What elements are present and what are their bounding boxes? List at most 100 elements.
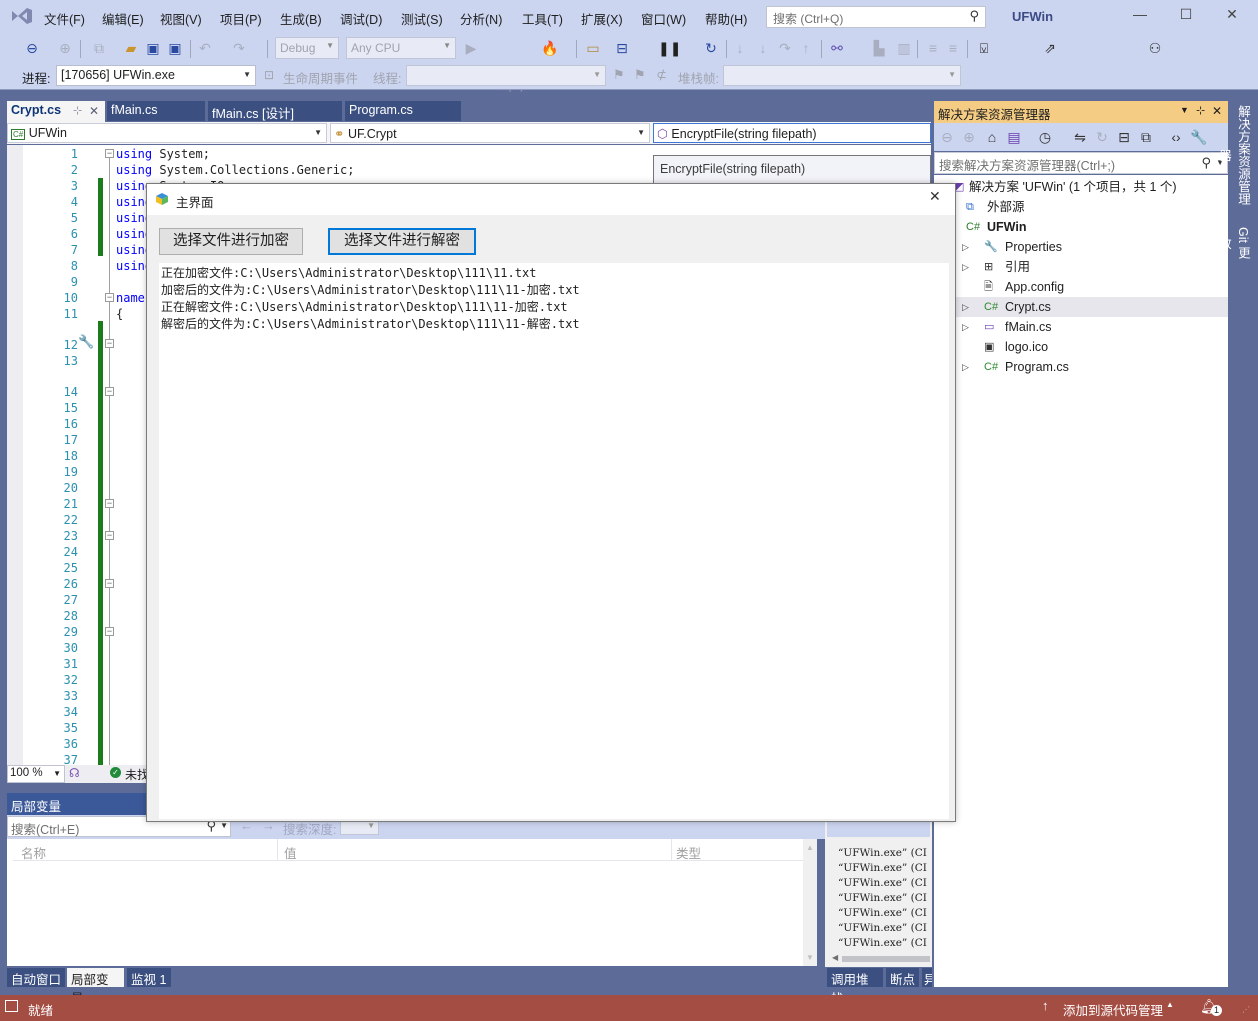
refresh-icon[interactable]: ↻ (1094, 127, 1110, 147)
thread-select[interactable]: ▼ (406, 65, 606, 86)
tree-item[interactable]: ▣ logo.ico (934, 337, 1228, 357)
tree-item[interactable]: ▷ ▭ fMain.cs (934, 317, 1228, 337)
collapse-icon[interactable]: − (105, 531, 114, 540)
encrypt-file-button[interactable]: 选择文件进行加密 (159, 228, 303, 255)
expand-arrow-icon[interactable]: ▷ (962, 297, 969, 317)
collapse-all-icon[interactable]: ⊟ (1116, 127, 1132, 147)
menu-test[interactable]: 测试(S) (401, 9, 443, 28)
home-icon[interactable]: ⌂ (984, 127, 1000, 147)
pause-icon[interactable]: ❚❚ (658, 38, 681, 58)
flag-thread-icon[interactable]: ⚑ (613, 67, 625, 83)
properties-wrench-icon[interactable]: 🔧 (1190, 127, 1207, 147)
column-header-type[interactable]: 类型 (676, 843, 701, 862)
bottom-tab-watch-1[interactable]: 监视 1 (127, 968, 171, 987)
class-nav-select[interactable]: ⚭ UF.Crypt ▼ (330, 123, 650, 143)
solution-search-input[interactable]: 搜索解决方案资源管理器(Ctrl+;) ⚲ ▼ (934, 152, 1228, 174)
step-up-icon[interactable]: ↑ (798, 38, 814, 58)
tree-item[interactable]: ▷ C# Program.cs (934, 357, 1228, 377)
navigate-back-icon[interactable]: ⊖ (22, 38, 42, 58)
menu-view[interactable]: 视图(V) (160, 9, 202, 28)
collapse-icon[interactable]: − (105, 579, 114, 588)
step-out-icon[interactable]: ↷ (777, 38, 793, 58)
tree-item[interactable]: ▷ ⊞ 引用 (934, 257, 1228, 277)
lifecycle-events-button[interactable]: 生命周期事件 (283, 68, 358, 87)
column-header-value[interactable]: 值 (284, 843, 297, 862)
hot-reload-icon[interactable]: 🔥 (541, 38, 559, 58)
expand-arrow-icon[interactable]: ▷ (962, 257, 969, 277)
new-item-icon[interactable]: ⧉ (88, 38, 110, 58)
tree-item[interactable]: ▷ C# Crypt.cs (934, 297, 1228, 317)
step-over-icon[interactable]: ↓ (755, 38, 771, 58)
comment-icon[interactable]: ≡ (925, 38, 941, 58)
add-to-source-control-button[interactable]: 添加到源代码管理 (1063, 1000, 1163, 1019)
show-all-files-icon[interactable]: ⧉ (1138, 127, 1154, 147)
continue-icon[interactable]: ▶ (464, 38, 478, 58)
close-button[interactable]: ✕ (1212, 6, 1252, 28)
stack-frame-select[interactable]: ▼ (723, 65, 961, 86)
show-threads-icon[interactable]: ⊄ (656, 67, 667, 83)
undo-icon[interactable]: ↶ (196, 38, 214, 58)
bottom-tab-autos[interactable]: 自动窗口 (7, 968, 65, 987)
sync-with-document-icon[interactable]: ⇋ (1072, 127, 1088, 147)
flag-all-threads-icon[interactable]: ⚑ (634, 67, 646, 83)
uncomment-icon[interactable]: ≡ (945, 38, 961, 58)
decrypt-file-button[interactable]: 选择文件进行解密 (328, 228, 476, 255)
process-select[interactable]: [170656] UFWin.exe ▼ (56, 65, 256, 86)
tree-item[interactable]: C# UFWin (934, 217, 1228, 237)
save-all-icon[interactable]: ▣ (166, 38, 184, 58)
menu-tools[interactable]: 工具(T) (522, 9, 563, 28)
menu-window[interactable]: 窗口(W) (641, 9, 686, 28)
navigate-forward-icon[interactable]: ⊕ (56, 38, 74, 58)
diagnostics-icon[interactable]: ⚯ (828, 38, 846, 58)
save-icon[interactable]: ▣ (144, 38, 162, 58)
project-nav-select[interactable]: C# UFWin ▼ (7, 123, 327, 143)
resize-grip-icon[interactable]: ⋰ (1242, 1005, 1250, 1014)
bottom-tab-breakpoints[interactable]: 断点 (886, 968, 919, 987)
collapse-icon[interactable]: − (105, 293, 114, 302)
output-hscrollbar[interactable]: ◀ (828, 953, 931, 965)
menu-edit[interactable]: 编辑(E) (102, 9, 144, 28)
application-window-icon[interactable]: ⊟ (613, 38, 631, 58)
hex-display-icon[interactable]: ▥ (895, 38, 913, 58)
side-tab-solution-explorer[interactable]: 解决方案资源管理器 (1217, 98, 1253, 212)
expand-arrow-icon[interactable]: ▷ (962, 237, 969, 257)
collapse-icon[interactable]: − (105, 627, 114, 636)
tab-fmain-cs[interactable]: fMain.cs (107, 101, 205, 121)
quick-actions-screwdriver-icon[interactable]: 🔧 (78, 334, 94, 350)
platform-select[interactable]: Any CPU ▼ (346, 37, 456, 59)
collapse-icon[interactable]: − (105, 339, 114, 348)
intellicode-icon[interactable]: ☊ (69, 766, 80, 780)
bottom-tab-exceptions[interactable]: 异 (922, 968, 932, 987)
menu-extensions[interactable]: 扩展(X) (581, 9, 623, 28)
scroll-thumb[interactable] (842, 956, 930, 962)
scroll-left-icon[interactable]: ◀ (832, 953, 838, 962)
tree-item[interactable]: ⧉ 外部源 (934, 197, 1228, 217)
tree-item[interactable]: 🗎 App.config (934, 277, 1228, 297)
pin-icon[interactable]: ⊹ (1196, 104, 1205, 117)
switch-views-icon[interactable]: ▤ (1006, 127, 1022, 147)
column-header-name[interactable]: 名称 (21, 843, 46, 862)
menu-build[interactable]: 生成(B) (280, 9, 322, 28)
bookmark-icon[interactable]: ⍌ (976, 38, 992, 58)
dialog-close-icon[interactable]: ✕ (929, 188, 941, 205)
show-next-statement-icon[interactable]: ▙ (870, 38, 888, 58)
forward-icon[interactable]: ⊕ (961, 127, 977, 147)
feedback-icon[interactable]: ⚇ (1146, 38, 1164, 58)
back-icon[interactable]: ⊖ (939, 127, 955, 147)
menu-debug[interactable]: 调试(D) (340, 9, 382, 28)
member-nav-select[interactable]: ⬡ EncryptFile(string filepath) (653, 123, 931, 143)
bottom-tab-call-stack[interactable]: 调用堆栈 (827, 968, 883, 1006)
locals-scrollbar[interactable]: ▲ ▼ (803, 839, 817, 966)
tree-item[interactable]: ◩ 解决方案 'UFWin' (1 个项目，共 1 个) (934, 177, 1228, 197)
step-into-icon[interactable]: ↓ (732, 38, 748, 58)
log-textbox[interactable]: 正在加密文件:C:\Users\Administrator\Desktop\11… (159, 263, 949, 819)
open-folder-icon[interactable]: ▰ (122, 38, 140, 58)
window-position-icon[interactable]: ▼ (1180, 105, 1189, 115)
menu-help[interactable]: 帮助(H) (705, 9, 747, 28)
menu-file[interactable]: 文件(F) (44, 9, 85, 28)
collapse-icon[interactable]: − (105, 499, 114, 508)
close-tab-icon[interactable]: ✕ (89, 104, 99, 118)
bottom-tab-locals[interactable]: 局部变量 (67, 968, 124, 1006)
maximize-button[interactable]: ☐ (1166, 6, 1206, 28)
side-tab-git-changes[interactable]: Git 更改 (1217, 218, 1253, 268)
